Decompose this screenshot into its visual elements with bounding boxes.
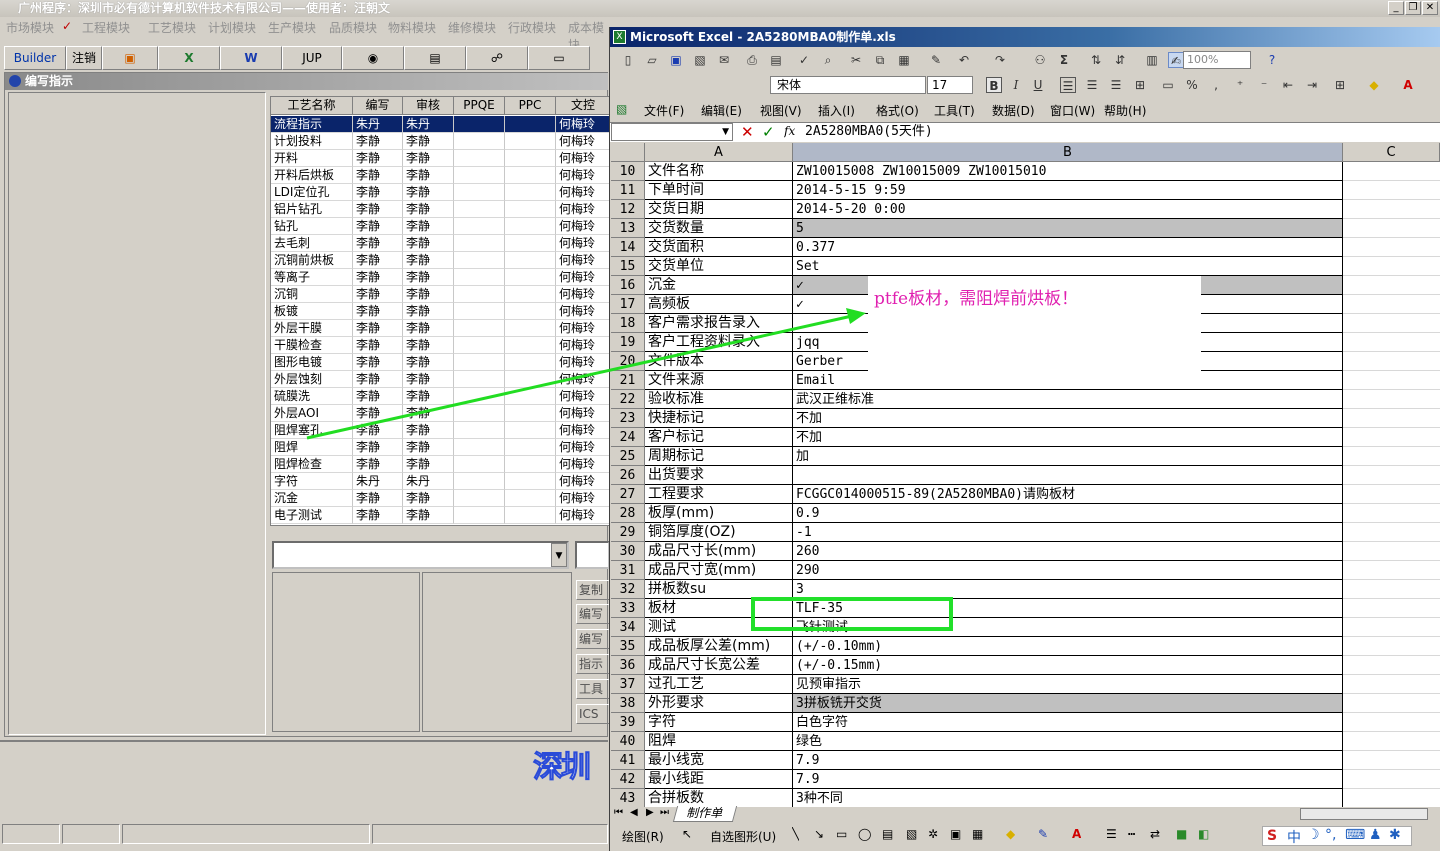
keyboard-icon[interactable]: ⌨	[1345, 827, 1365, 843]
user-icon[interactable]: ♟	[1369, 827, 1382, 843]
3d-icon[interactable]: ◧	[1198, 827, 1209, 841]
tab-first-icon[interactable]: ⏮	[614, 807, 623, 818]
rectangle-icon[interactable]: ▭	[836, 827, 847, 841]
autoshapes-menu[interactable]: 自选图形(U)	[710, 828, 776, 845]
font-color-draw-icon[interactable]: A	[1072, 827, 1081, 841]
shadow-icon[interactable]: ■	[1176, 827, 1187, 841]
diagram-icon[interactable]: ✲	[928, 827, 938, 841]
textbox-icon[interactable]: ▤	[882, 827, 893, 841]
punct-icon[interactable]: °,	[1325, 827, 1336, 843]
line-style-icon[interactable]: ☰	[1106, 827, 1117, 841]
line-color-icon[interactable]: ✎	[1038, 827, 1048, 841]
draw-menu[interactable]: 绘图(R)	[622, 828, 664, 845]
ime-toolbar[interactable]: S 中 ☽ °, ⌨ ♟ ✱	[1262, 826, 1412, 846]
ime-mode[interactable]: 中	[1287, 827, 1301, 847]
horizontal-scrollbar[interactable]	[1300, 808, 1428, 820]
tab-next-icon[interactable]: ▶	[646, 807, 654, 818]
arrow-style-icon[interactable]: ⇄	[1150, 827, 1160, 841]
line-icon[interactable]: ╲	[792, 827, 799, 841]
oval-icon[interactable]: ◯	[858, 827, 871, 841]
select-objects-icon[interactable]: ↖	[682, 827, 692, 841]
arrow-icon[interactable]: ↘	[814, 827, 824, 841]
fill-icon[interactable]: ◆	[1006, 827, 1015, 841]
picture-icon[interactable]: ▦	[972, 827, 983, 841]
annotation-arrow	[306, 308, 866, 440]
moon-icon[interactable]: ☽	[1307, 827, 1320, 843]
dash-style-icon[interactable]: ┅	[1128, 827, 1135, 841]
sogou-icon[interactable]: S	[1267, 828, 1277, 844]
tab-last-icon[interactable]: ⏭	[660, 807, 669, 818]
tab-prev-icon[interactable]: ◀	[630, 807, 638, 818]
wrench-icon[interactable]: ✱	[1389, 827, 1401, 843]
sheet-tab[interactable]: 制作单	[672, 806, 738, 822]
wordart-icon[interactable]: ▧	[906, 827, 917, 841]
clipart-icon[interactable]: ▣	[950, 827, 961, 841]
